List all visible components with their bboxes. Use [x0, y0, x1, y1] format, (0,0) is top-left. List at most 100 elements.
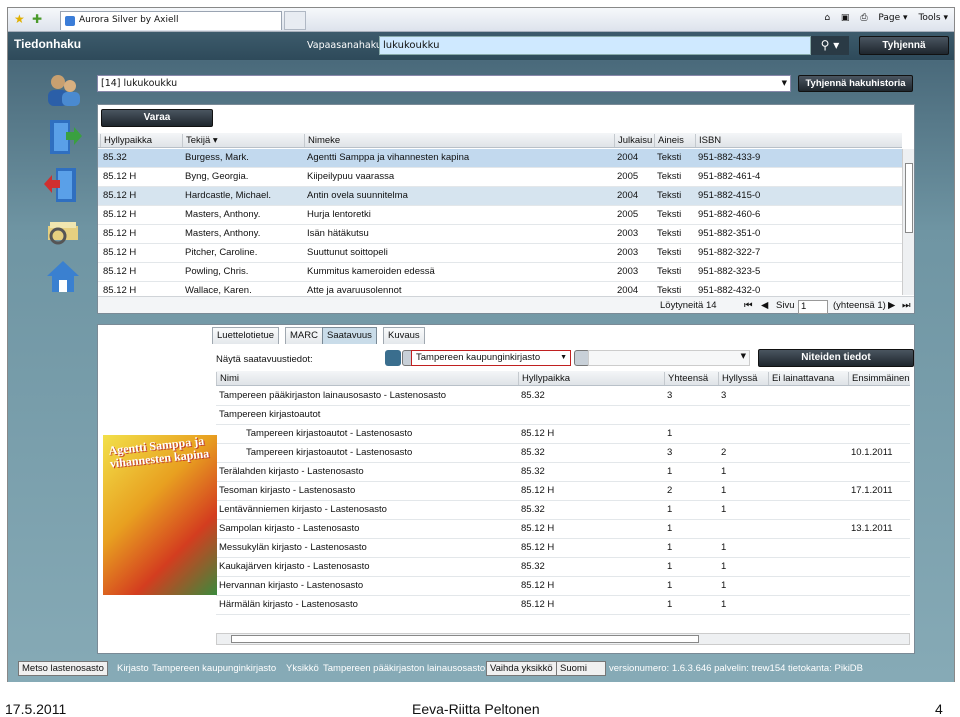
unit-button[interactable]: Metso lastenosasto — [18, 661, 108, 676]
clear-button[interactable]: Tyhjennä — [859, 36, 949, 55]
column-header[interactable]: Ensimmäinen — [848, 372, 910, 385]
table-row[interactable]: Sampolan kirjasto - Lastenosasto 85.12 H 1… — [216, 520, 910, 539]
table-cell: 85.32 — [521, 390, 545, 401]
users-icon[interactable] — [44, 72, 82, 110]
column-header[interactable]: Aineis — [654, 134, 684, 147]
table-cell: 85.12 H — [521, 523, 555, 534]
return-icon[interactable] — [44, 166, 82, 204]
table-cell: 951-882-322-7 — [698, 247, 761, 258]
table-row[interactable]: 85.12 H Masters, Anthony. Isän hätäkutsu 20… — [98, 225, 902, 244]
table-row[interactable]: 85.12 H Powling, Chris. Kummitus kameroide… — [98, 263, 902, 282]
scroll-thumb[interactable] — [905, 163, 913, 233]
table-cell: 1 — [721, 561, 727, 572]
column-header[interactable]: Tekijä ▾ — [182, 134, 218, 147]
checkout-icon[interactable] — [44, 118, 82, 156]
table-cell: 951-882-433-9 — [698, 152, 761, 163]
column-header[interactable]: Ei lainattavana — [768, 372, 834, 385]
table-row[interactable]: 85.12 H Pitcher, Caroline. Suuttunut soitt… — [98, 244, 902, 263]
table-cell: 2003 — [617, 266, 639, 277]
table-row[interactable]: Tampereen kirjastoautot — [216, 406, 910, 425]
table-row[interactable]: Terälahden kirjasto - Lastenosasto 85.32 1… — [216, 463, 910, 482]
search-history-select[interactable]: [14] lukukoukku ▼ — [97, 75, 791, 92]
results-scrollbar[interactable] — [902, 149, 914, 295]
page-menu[interactable]: Page ▾ — [878, 13, 907, 23]
refresh-icon[interactable] — [385, 350, 401, 366]
table-row[interactable]: Lentävänniemen kirjasto - Lastenosasto 85… — [216, 501, 910, 520]
tab-saatavuus[interactable]: Saatavuus — [322, 327, 377, 344]
first-page-icon[interactable]: ⏮ — [744, 300, 753, 311]
column-header[interactable]: Nimi — [216, 372, 239, 385]
table-cell: 1 — [667, 523, 673, 534]
search-button[interactable]: ⚲ ▾ — [811, 36, 849, 55]
change-unit-button[interactable]: Vaihda yksikkö — [486, 661, 557, 676]
history-value: [14] lukukoukku — [101, 78, 178, 89]
library-select[interactable]: Tampereen kaupunginkirjasto ▼ — [411, 350, 571, 366]
page-input[interactable]: 1 — [798, 300, 828, 314]
home-library-icon[interactable] — [44, 258, 82, 296]
table-row[interactable]: Kaukajärven kirjasto - Lastenosasto 85.32… — [216, 558, 910, 577]
column-header[interactable]: ISBN — [695, 134, 721, 147]
search-icon: ⚲ — [820, 38, 830, 52]
unit-select[interactable]: ▼ — [588, 350, 750, 366]
table-cell: 85.12 H — [103, 209, 137, 220]
table-row[interactable]: Tampereen pääkirjaston lainausosasto - L… — [216, 387, 910, 406]
table-row[interactable]: 85.12 H Wallace, Karen. Atte ja avaruusole… — [98, 282, 902, 295]
reserve-button[interactable]: Varaa — [101, 109, 213, 127]
add-favorites-icon[interactable]: ✚ — [32, 12, 42, 26]
column-header[interactable]: Nimeke — [304, 134, 340, 147]
search-books-icon[interactable] — [44, 212, 82, 250]
results-panel: Varaa Hyllypaikka Tekijä ▾ Nimeke Julkaisu A… — [97, 104, 915, 314]
table-row[interactable]: Härmälän kirjasto - Lastenosasto 85.12 H 1… — [216, 596, 910, 615]
new-tab-button[interactable] — [284, 11, 306, 30]
table-row[interactable]: 85.12 H Byng, Georgia. Kiipeilypuu vaarass… — [98, 168, 902, 187]
last-page-icon[interactable]: ⏭ — [902, 300, 911, 311]
table-cell: 2005 — [617, 171, 639, 182]
favorites-star-icon[interactable]: ★ — [14, 12, 25, 26]
tools-menu[interactable]: Tools ▾ — [918, 13, 948, 23]
feeds-icon[interactable]: ▣ — [841, 13, 850, 23]
print-icon[interactable]: ⎙ — [860, 13, 867, 23]
home-icon[interactable]: ⌂ — [824, 13, 830, 23]
cover-title: Agentti Samppa ja vihannesten kapina — [107, 433, 210, 471]
language-select[interactable]: Suomi — [556, 661, 606, 676]
scroll-thumb[interactable] — [231, 635, 699, 643]
browser-tools: ⌂ ▣ ⎙ Page ▾ Tools ▾ — [816, 13, 948, 23]
table-cell: Suuttunut soittopeli — [307, 247, 388, 258]
browser-tab[interactable]: Aurora Silver by Axiell — [60, 11, 282, 30]
column-header[interactable]: Hyllypaikka — [518, 372, 570, 385]
table-row[interactable]: 85.12 H Masters, Anthony. Hurja lentoretki… — [98, 206, 902, 225]
table-cell: Wallace, Karen. — [185, 285, 252, 295]
tab-luettelotietue[interactable]: Luettelotietue — [212, 327, 280, 344]
table-row[interactable]: Tampereen kirjastoautot - Lastenosasto 85… — [216, 444, 910, 463]
table-row[interactable]: 85.12 H Hardcastle, Michael. Antin ovela s… — [98, 187, 902, 206]
table-cell: Pitcher, Caroline. — [185, 247, 258, 258]
tab-marc[interactable]: MARC — [285, 327, 323, 344]
table-row[interactable]: Tampereen kirjastoautot - Lastenosasto 85… — [216, 425, 910, 444]
table-row[interactable]: Hervannan kirjasto - Lastenosasto 85.12 H… — [216, 577, 910, 596]
table-cell: 2005 — [617, 209, 639, 220]
clear-history-button[interactable]: Tyhjennä hakuhistoria — [798, 75, 913, 92]
tab-kuvaus[interactable]: Kuvaus — [383, 327, 425, 344]
copies-details-button[interactable]: Niteiden tiedot — [758, 349, 914, 367]
table-cell: 85.12 H — [521, 485, 555, 496]
table-cell: 85.12 H — [103, 266, 137, 277]
column-header[interactable]: Julkaisu — [614, 134, 652, 147]
next-page-icon[interactable]: ▶ — [888, 300, 895, 311]
column-header[interactable]: Hyllypaikka — [100, 134, 152, 147]
page-total: (yhteensä 1) — [833, 300, 886, 311]
table-row[interactable]: Messukylän kirjasto - Lastenosasto 85.12 … — [216, 539, 910, 558]
column-header[interactable]: Yhteensä — [664, 372, 708, 385]
table-cell: Teksti — [657, 228, 682, 239]
results-grid: Hyllypaikka Tekijä ▾ Nimeke Julkaisu Aineis I… — [98, 133, 902, 295]
prev-page-icon[interactable]: ◀ — [761, 300, 768, 311]
table-row[interactable]: 85.32 Burgess, Mark. Agentti Samppa ja vih… — [98, 149, 902, 168]
found-count: Löytyneitä 14 — [660, 300, 717, 311]
keyword-search-input[interactable]: lukukoukku — [379, 36, 811, 55]
table-cell: 85.12 H — [103, 190, 137, 201]
column-header[interactable]: Hyllyssä — [718, 372, 757, 385]
table-cell: 13.1.2011 — [851, 523, 893, 534]
availability-scrollbar[interactable] — [216, 633, 910, 645]
table-row[interactable]: Tesoman kirjasto - Lastenosasto 85.12 H 2 1… — [216, 482, 910, 501]
table-cell: 1 — [721, 466, 727, 477]
table-cell: 85.32 — [521, 447, 545, 458]
